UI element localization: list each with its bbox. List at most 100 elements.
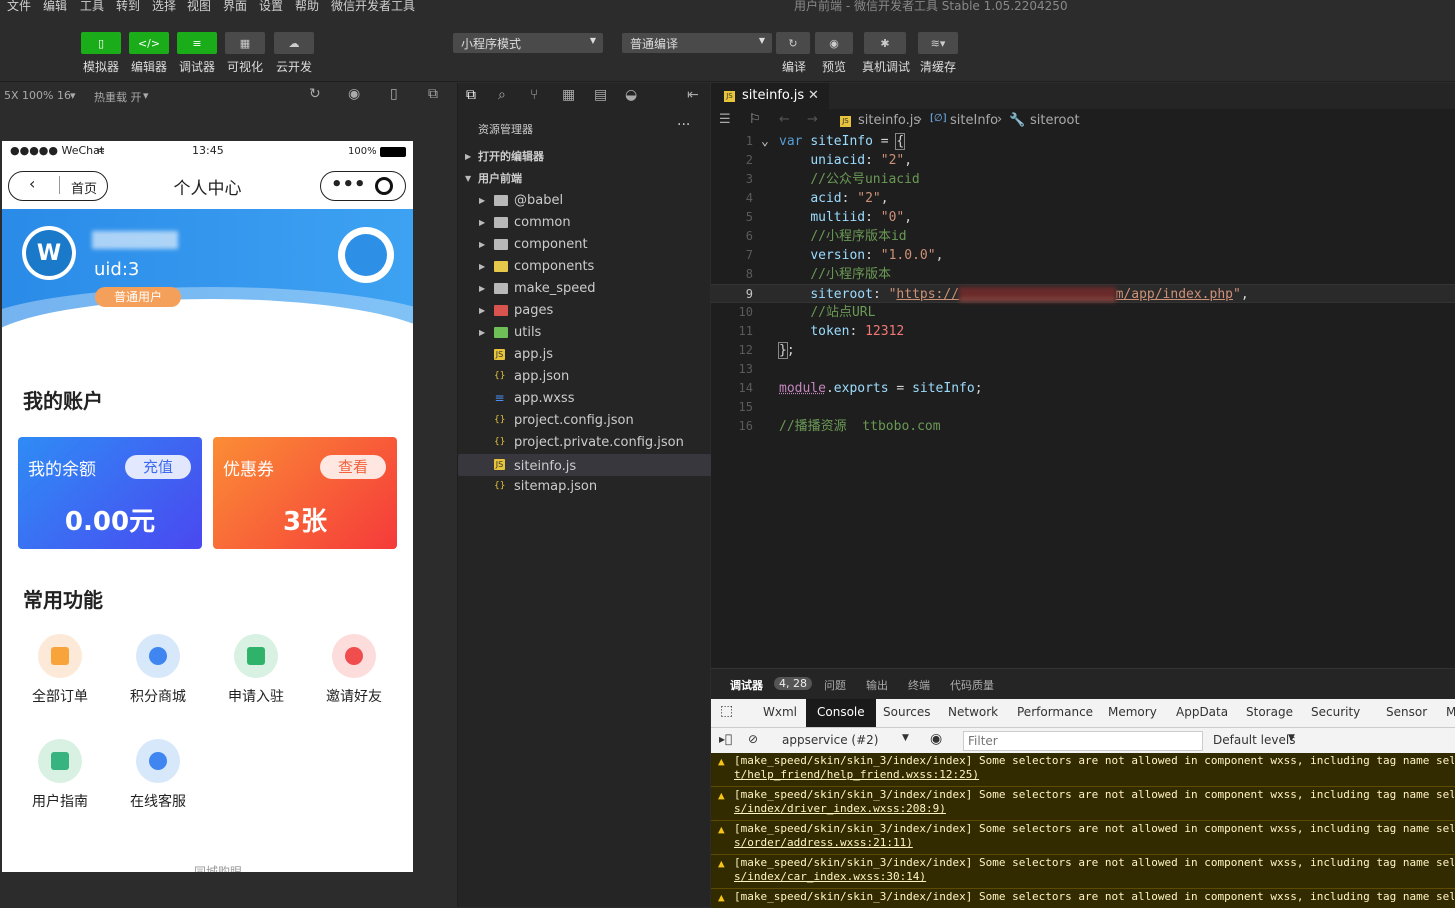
tree-item[interactable]: ▶ utils — [458, 322, 711, 344]
open-editors-section[interactable]: ▶ 打开的编辑器 — [458, 146, 711, 168]
editor-toggle-button[interactable]: </> — [129, 32, 169, 54]
online-service-button[interactable]: 在线客服 — [118, 739, 198, 811]
console-warning-row[interactable]: ▲ [make_speed/skin/skin_3/index/index] So… — [711, 787, 1455, 821]
menu-edit[interactable]: 编辑 — [43, 0, 67, 14]
back-arrow-icon[interactable]: ‹ — [29, 174, 35, 193]
simulator-toggle-button[interactable]: ▯ — [81, 32, 121, 54]
home-link[interactable]: 首页 — [71, 178, 97, 197]
console-warning-row[interactable]: ▲ [make_speed/skin/skin_3/index/index] So… — [711, 753, 1455, 787]
debugger-toggle-button[interactable]: ≡ — [177, 32, 217, 54]
tree-item[interactable]: {} sitemap.json — [458, 476, 711, 498]
clear-console-icon[interactable]: ⊘ — [748, 732, 758, 746]
tab-problems[interactable]: 问题 — [824, 677, 846, 693]
device-icon[interactable]: ▯ — [390, 86, 398, 102]
tab-sensor[interactable]: Sensor — [1386, 705, 1427, 719]
menu-tools[interactable]: 工具 — [80, 0, 104, 14]
tree-item[interactable]: ▶ pages — [458, 300, 711, 322]
apply-join-button[interactable]: 申请入驻 — [216, 634, 296, 706]
recharge-button[interactable]: 充值 — [125, 455, 191, 479]
collapse-panel-icon[interactable]: ⇤ — [687, 87, 699, 103]
tab-security[interactable]: Security — [1311, 705, 1360, 719]
tab-console[interactable]: Console — [806, 699, 876, 727]
user-guide-button[interactable]: 用户指南 — [20, 739, 100, 811]
tab-more[interactable]: M — [1446, 705, 1455, 719]
tree-item[interactable]: {} project.config.json — [458, 410, 711, 432]
menu-select[interactable]: 选择 — [152, 0, 176, 14]
fold-chevron-icon[interactable]: ⌄ — [761, 132, 769, 151]
sidebar-toggle-icon[interactable]: ▸⃞ — [719, 732, 732, 746]
outline-icon[interactable]: ☰ — [719, 112, 731, 127]
tab-sources[interactable]: Sources — [883, 705, 930, 719]
visual-toggle-button[interactable]: ▦ — [225, 32, 265, 54]
compile-select[interactable]: 普通编译 ▼ — [622, 33, 772, 53]
avatar[interactable]: W — [22, 226, 76, 280]
menu-goto[interactable]: 转到 — [116, 0, 140, 14]
breadcrumb-symbol[interactable]: siteInfo — [950, 113, 998, 128]
tab-storage[interactable]: Storage — [1246, 705, 1293, 719]
tab-code-quality[interactable]: 代码质量 — [950, 677, 994, 693]
extensions-icon[interactable]: ▦ — [562, 87, 575, 103]
nav-back-home-capsule[interactable]: ‹ 首页 — [8, 171, 108, 201]
cloud-button[interactable]: ☁ — [274, 32, 314, 54]
tree-item[interactable]: ▶ make_speed — [458, 278, 711, 300]
menu-wechat-devtools[interactable]: 微信开发者工具 — [331, 0, 415, 14]
preview-button[interactable]: ◉ — [815, 32, 853, 54]
close-miniprogram-icon[interactable] — [375, 177, 393, 195]
more-dots-icon[interactable]: ••• — [331, 174, 366, 195]
tree-item[interactable]: ▶ component — [458, 234, 711, 256]
tree-item[interactable]: ▶ components — [458, 256, 711, 278]
console-warning-row[interactable]: ▲ [make_speed/skin/skin_3/index/index] So… — [711, 821, 1455, 855]
menu-capsule[interactable]: ••• — [320, 171, 406, 201]
tab-terminal[interactable]: 终端 — [908, 677, 930, 693]
tab-network[interactable]: Network — [948, 705, 998, 719]
compile-button[interactable]: ↻ — [776, 32, 810, 54]
tab-performance[interactable]: Performance — [1017, 705, 1093, 719]
source-link[interactable]: t/help_friend/help_friend.wxss:12:25) — [734, 768, 1454, 782]
points-mall-button[interactable]: 积分商城 — [118, 634, 198, 706]
tab-siteinfo-js[interactable]: JS siteinfo.js ✕ — [711, 83, 829, 109]
more-actions-icon[interactable]: ··· — [677, 117, 690, 133]
invite-friends-button[interactable]: 邀请好友 — [314, 634, 394, 706]
view-coupon-button[interactable]: 查看 — [320, 455, 386, 479]
files-icon[interactable]: ⧉ — [466, 87, 476, 103]
tree-item[interactable]: JS app.js — [458, 344, 711, 366]
coupon-card[interactable]: 优惠券 查看 3张 — [213, 437, 397, 549]
rotate-icon[interactable]: ↻ — [309, 86, 321, 102]
tab-appdata[interactable]: AppData — [1176, 705, 1228, 719]
breadcrumb-property[interactable]: siteroot — [1030, 113, 1080, 128]
mode-select[interactable]: 小程序模式 ▼ — [453, 33, 603, 53]
console-warning-row[interactable]: ▲ [make_speed/skin/skin_3/index/index] So… — [711, 855, 1455, 889]
breadcrumb-file[interactable]: siteinfo.js — [858, 113, 920, 128]
source-link[interactable]: s/index/driver_index.wxss:208:9) — [734, 802, 1454, 816]
menu-view[interactable]: 视图 — [187, 0, 211, 14]
customer-service-button[interactable] — [338, 227, 394, 283]
device-zoom-select[interactable]: 5X 100% 16 — [4, 89, 71, 102]
tab-wxml[interactable]: Wxml — [763, 705, 797, 719]
inspect-icon[interactable]: ⬚ — [720, 703, 733, 719]
tree-item[interactable]: JS siteinfo.js — [458, 454, 711, 476]
menu-settings[interactable]: 设置 — [259, 0, 283, 14]
log-levels-select[interactable]: Default levels — [1213, 733, 1295, 747]
forward-arrow-icon[interactable]: → — [807, 112, 818, 127]
tree-item[interactable]: ≡ app.wxss — [458, 388, 711, 410]
tab-output[interactable]: 输出 — [866, 677, 888, 693]
record-icon[interactable]: ◉ — [348, 86, 360, 102]
console-filter-input[interactable] — [963, 731, 1203, 751]
source-link[interactable]: s/order/address.wxss:21:11) — [734, 836, 1454, 850]
menu-help[interactable]: 帮助 — [295, 0, 319, 14]
balance-card[interactable]: 我的余额 充值 0.00元 — [18, 437, 202, 549]
project-section[interactable]: ▼ 用户前端 — [458, 168, 711, 190]
context-select[interactable]: appservice (#2) — [782, 733, 878, 747]
menu-file[interactable]: 文件 — [7, 0, 31, 14]
back-arrow-icon[interactable]: ← — [779, 112, 790, 127]
storage-icon[interactable]: ▤ — [594, 87, 607, 103]
all-orders-button[interactable]: 全部订单 — [20, 634, 100, 706]
remote-debug-button[interactable]: ✱ — [864, 32, 906, 54]
tree-item[interactable]: ▶ common — [458, 212, 711, 234]
eye-icon[interactable]: ◉ — [930, 731, 942, 747]
tree-item[interactable]: {} project.private.config.json — [458, 432, 711, 454]
menu-interface[interactable]: 界面 — [223, 0, 247, 14]
docker-icon[interactable]: ◒ — [625, 87, 637, 103]
tab-debugger[interactable]: 调试器 — [730, 677, 763, 693]
tab-memory[interactable]: Memory — [1108, 705, 1157, 719]
